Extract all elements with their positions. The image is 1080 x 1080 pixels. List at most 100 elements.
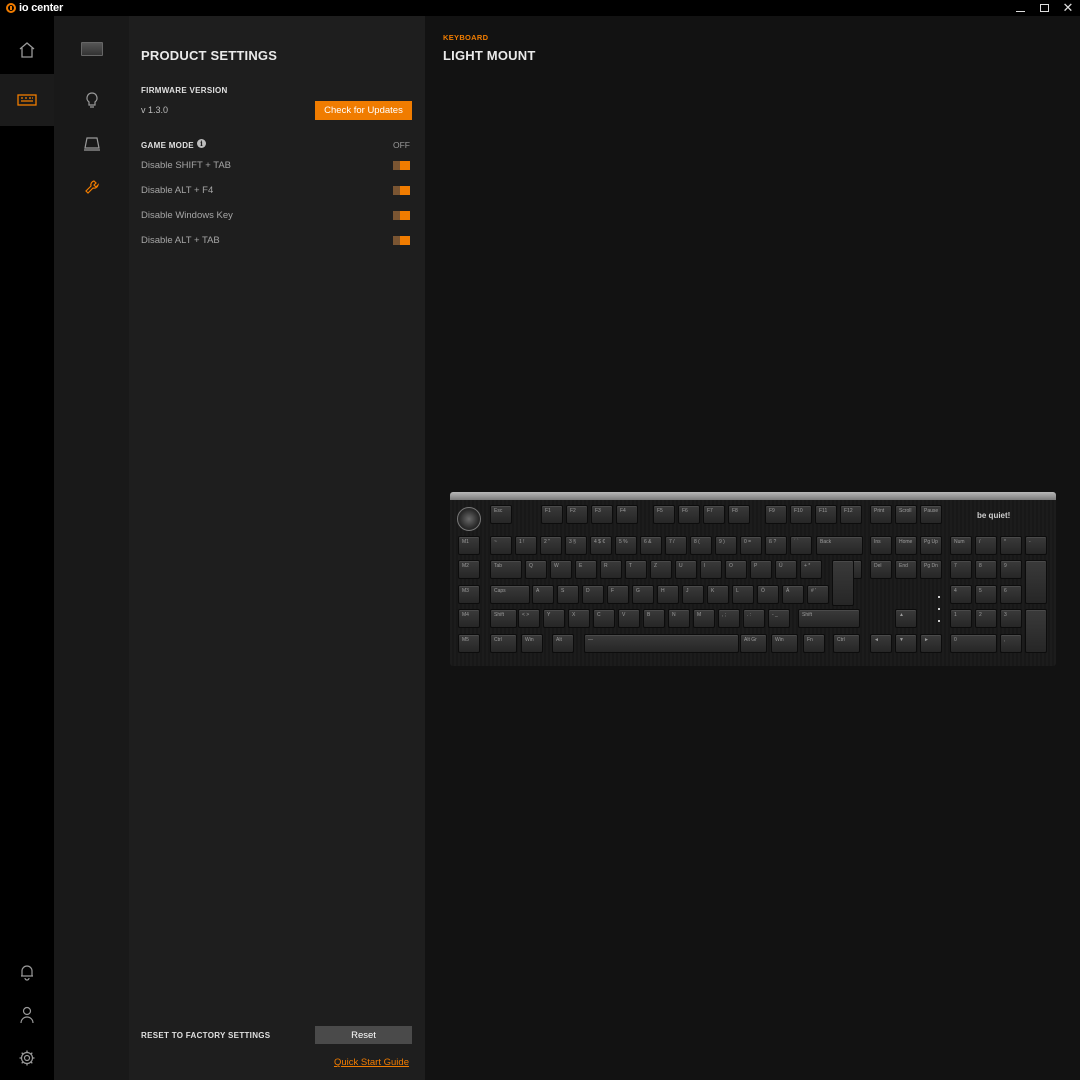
submenu (54, 16, 129, 1080)
keyboard-key: Shift (490, 609, 517, 628)
keyboard-key: M (693, 609, 715, 628)
keyboard-key: ◄ (870, 634, 892, 653)
keyboard-icon (17, 94, 37, 106)
rail-item-keyboard[interactable] (0, 74, 54, 126)
option-label: Disable ALT + F4 (141, 185, 214, 196)
toggle-thumb (400, 211, 410, 220)
keyboard-key: W (550, 560, 572, 579)
close-button[interactable]: ✕ (1054, 0, 1080, 16)
toggle-disable-alt-tab[interactable] (393, 236, 410, 245)
keyboard-key: J (682, 585, 704, 604)
keyboard-key: 1 ! (515, 536, 537, 555)
submenu-lighting[interactable] (54, 81, 129, 121)
keyboard-key: F6 (678, 505, 700, 524)
keyboard-key: U (675, 560, 697, 579)
product-settings-panel: PRODUCT SETTINGS FIRMWARE VERSION v 1.3.… (129, 16, 425, 1080)
keyboard-key: F9 (765, 505, 787, 524)
rail-item-settings[interactable] (0, 1032, 54, 1080)
keyboard-key: L (732, 585, 754, 604)
keyboard-key: Ctrl (833, 634, 860, 653)
keyboard-key: 3 (1000, 609, 1022, 628)
keyboard-key: Z (650, 560, 672, 579)
keyboard-key: Pg Up (920, 536, 942, 555)
keyboard-key: ~ (490, 536, 512, 555)
keyboard-key: F12 (840, 505, 862, 524)
keyboard-key: Print (870, 505, 892, 524)
minimize-icon (1015, 10, 1025, 12)
keyboard-key: 9 (1000, 560, 1022, 579)
toggle-disable-alt-f4[interactable] (393, 186, 410, 195)
submenu-keyboard-preview[interactable] (54, 29, 129, 69)
rail-item-home[interactable] (0, 24, 54, 76)
wrench-icon (84, 180, 99, 194)
keyboard-key: Back (816, 536, 863, 555)
volume-knob (457, 507, 481, 531)
info-icon[interactable]: i (197, 139, 206, 148)
reset-button[interactable]: Reset (315, 1026, 412, 1044)
keyboard-key: N (668, 609, 690, 628)
quick-start-guide-link[interactable]: Quick Start Guide (334, 1057, 409, 1068)
keyboard-key: Ins (870, 536, 892, 555)
bell-icon (21, 965, 33, 981)
keyboard-key: I (700, 560, 722, 579)
toggle-thumb (400, 161, 410, 170)
keyboard-key: 3 § (565, 536, 587, 555)
keyboard-thumbnail-icon (80, 42, 103, 56)
keyboard-key: 8 (975, 560, 997, 579)
toggle-disable-windows-key[interactable] (393, 211, 410, 220)
left-rail (0, 16, 54, 1080)
keyboard-key: 0 = (740, 536, 762, 555)
keyboard-key: C (593, 609, 615, 628)
breadcrumb: KEYBOARD (443, 33, 489, 42)
keyboard-key: A (532, 585, 554, 604)
keyboard-key: # ' (807, 585, 829, 604)
keyboard-key: — (584, 634, 739, 653)
keyboard-key: Tab (490, 560, 522, 579)
keyboard-key: E (575, 560, 597, 579)
keyboard-key: K (707, 585, 729, 604)
keyboard-key: F7 (703, 505, 725, 524)
panel-title: PRODUCT SETTINGS (141, 48, 278, 63)
keyboard-key: G (632, 585, 654, 604)
keyboard-key: Pause (920, 505, 942, 524)
keyboard-key: 2 " (540, 536, 562, 555)
keyboard-key: 6 & (640, 536, 662, 555)
check-updates-button[interactable]: Check for Updates (315, 101, 412, 120)
keyboard-key: Caps (490, 585, 530, 604)
keyboard-key: ß ? (765, 536, 787, 555)
keyboard-key: Shift (798, 609, 860, 628)
reset-label: RESET TO FACTORY SETTINGS (141, 1031, 271, 1040)
keyboard-key: ► (920, 634, 942, 653)
io-logo-icon (6, 3, 16, 13)
keyboard-key: 4 (950, 585, 972, 604)
keyboard-brand-logo: be quiet! (977, 511, 1011, 520)
keyboard-key: Ö (757, 585, 779, 604)
lightbulb-icon (85, 92, 98, 108)
indicator-led (938, 620, 940, 622)
keyboard-key: M5 (458, 634, 480, 653)
keyboard-key: Alt Gr (740, 634, 767, 653)
keyboard-key: F3 (591, 505, 613, 524)
keyboard-key: Fn (803, 634, 825, 653)
keyboard-key: F10 (790, 505, 812, 524)
submenu-keymapping[interactable] (54, 124, 129, 164)
option-label: Disable Windows Key (141, 210, 233, 221)
keyboard-key: V (618, 609, 640, 628)
submenu-product-settings[interactable] (54, 167, 129, 207)
keyboard-key: X (568, 609, 590, 628)
keyboard-key: / (975, 536, 997, 555)
app-name: io center (19, 2, 64, 14)
game-mode-label: GAME MODE (141, 141, 194, 150)
numpad-enter-key (1025, 609, 1047, 653)
keyboard-key: , ; (718, 609, 740, 628)
toggle-disable-shift-tab[interactable] (393, 161, 410, 170)
keyboard-key: 7 (950, 560, 972, 579)
numpad-plus-key (1025, 560, 1047, 604)
keyboard-key: 2 (975, 609, 997, 628)
keyboard-key: - (1025, 536, 1047, 555)
game-mode-state: OFF (393, 140, 410, 150)
keyboard-key: 6 (1000, 585, 1022, 604)
keyboard-key: M3 (458, 585, 480, 604)
keyboard-key: B (643, 609, 665, 628)
keyboard-key: Home (895, 536, 917, 555)
